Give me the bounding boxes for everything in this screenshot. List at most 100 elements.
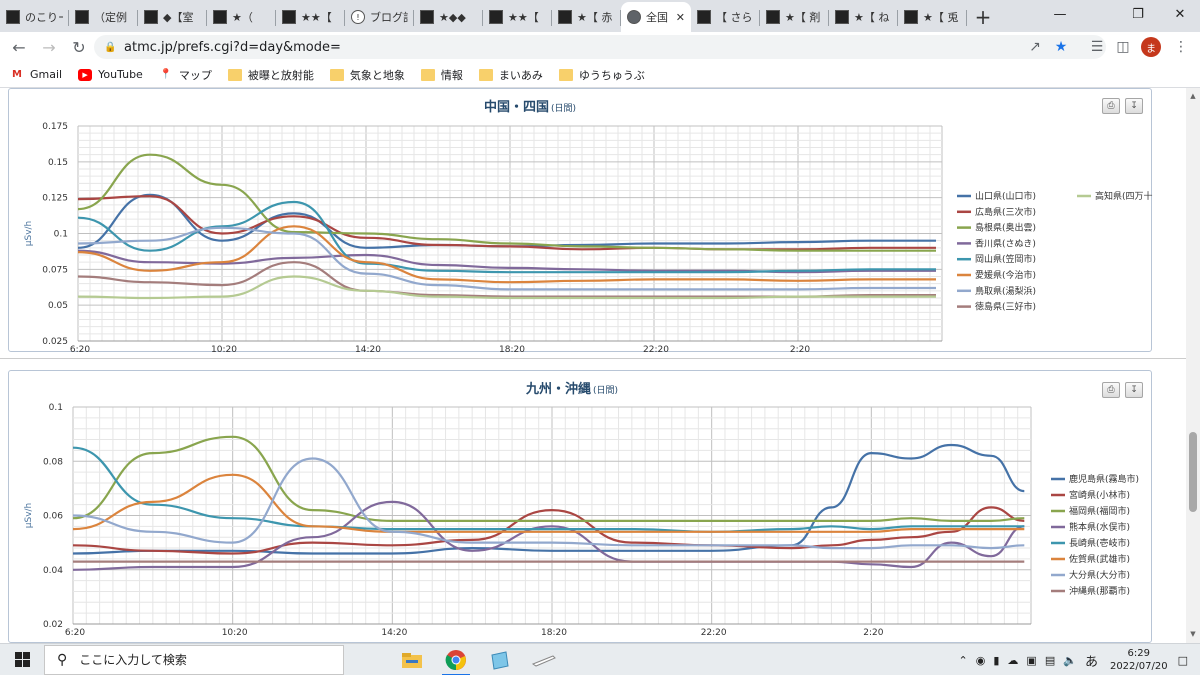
system-tray: ⌃ ◉ ▮ ☁ ▣ ▤ 🔈 あ 6:29 2022/07/20 □	[955, 644, 1192, 675]
profile-avatar[interactable]: ま	[1138, 32, 1164, 62]
notification-icon[interactable]: □	[1178, 654, 1188, 667]
close-tab-icon[interactable]: ✕	[676, 11, 685, 24]
bookmark-label: Gmail	[30, 68, 63, 81]
print-icon[interactable]: ⎙	[1102, 98, 1120, 114]
close-window-icon[interactable]: ✕	[1160, 0, 1200, 28]
legend-label: 愛媛県(今治市)	[975, 269, 1036, 281]
tab-label: 全国	[646, 11, 668, 24]
display-icon[interactable]: ▣	[1026, 654, 1036, 667]
scrollbar-thumb[interactable]	[1189, 432, 1197, 512]
bookmark-item[interactable]: ▶ YouTube	[78, 68, 143, 81]
browser-tab[interactable]: ★◆◆	[414, 2, 483, 32]
folder-icon	[329, 68, 344, 81]
browser-tab[interactable]: ★★【	[276, 2, 345, 32]
y-tick-label: 0.05	[48, 301, 68, 311]
side-panel-icon[interactable]: ◫	[1110, 32, 1136, 62]
tab-strip: のこりー （定例 ◆【室 ★（ ★★【! ブログ記 ★◆◆ ★★【 ★【 赤 全国 ✕ 【 さら ★【 …	[0, 0, 1200, 32]
network-icon[interactable]: ▤	[1045, 654, 1055, 667]
taskbar-search-box[interactable]: ⚲ ここに入力して検索	[44, 644, 344, 675]
vertical-scrollbar[interactable]: ▲ ▼	[1186, 88, 1200, 643]
folder-icon	[558, 68, 573, 81]
browser-tab[interactable]: ◆【室	[138, 2, 207, 32]
bookmark-item[interactable]: 被曝と放射能	[227, 67, 314, 83]
file-explorer-icon[interactable]	[390, 644, 434, 675]
browser-tab[interactable]: ★★【	[483, 2, 552, 32]
chart-title: 中国・四国 (日間)	[484, 99, 576, 115]
lock-icon: 🔒	[104, 42, 117, 53]
legend-label: 鹿児島県(霧島市)	[1069, 473, 1139, 485]
bookmark-item[interactable]: 📍 マップ	[159, 67, 212, 83]
folder-icon	[227, 68, 242, 81]
chart-legend: 鹿児島県(霧島市) 宮崎県(小林市) 福岡県(福岡市) 熊本県(水俣市) 長崎県(壱岐市…	[1051, 473, 1139, 597]
browser-tab[interactable]: ★【 ね	[829, 2, 898, 32]
taskbar-clock[interactable]: 6:29 2022/07/20	[1110, 647, 1168, 673]
section-divider	[0, 358, 1186, 359]
address-bar[interactable]: 🔒 atmc.jp/prefs.cgi?d=day&mode=	[94, 35, 1106, 59]
site-icon	[282, 10, 296, 24]
chart-title: 九州・沖縄 (日間)	[525, 381, 618, 397]
back-arrow-icon[interactable]: ←	[4, 33, 34, 61]
browser-tab[interactable]: ★（	[207, 2, 276, 32]
site-icon	[697, 10, 711, 24]
bookmark-item[interactable]: M Gmail	[10, 68, 62, 81]
show-hidden-icons-icon[interactable]: ⌃	[959, 654, 968, 667]
minimize-icon[interactable]: —	[1040, 0, 1080, 28]
plot-grid	[72, 406, 1032, 625]
share-icon[interactable]: ↗	[1022, 32, 1048, 62]
browser-tab[interactable]: ★【 兎	[898, 2, 967, 32]
x-tick-label: 6:20	[65, 628, 85, 638]
scroll-down-icon[interactable]: ▼	[1186, 628, 1200, 640]
legend-label: 大分県(大分市)	[1069, 569, 1130, 581]
browser-tab[interactable]: ! ブログ記	[345, 2, 414, 32]
bookmark-item[interactable]: ゆうちゅうぶ	[558, 67, 645, 83]
bookmark-item[interactable]: 気象と地象	[329, 67, 405, 83]
bookmark-item[interactable]: まいあみ	[478, 67, 543, 83]
forward-arrow-icon[interactable]: →	[34, 33, 64, 61]
x-tick-label: 22:20	[643, 345, 669, 353]
bookmark-label: 被曝と放射能	[247, 68, 314, 82]
x-tick-label: 2:20	[790, 345, 810, 353]
bookmark-label: 情報	[440, 68, 463, 82]
download-icon[interactable]: ↧	[1125, 382, 1143, 398]
browser-tab[interactable]: のこりー	[0, 2, 69, 32]
site-icon	[835, 10, 849, 24]
site-icon	[558, 10, 572, 24]
browser-tab[interactable]: 【 さら	[691, 2, 760, 32]
browser-tab[interactable]: ★【 剤	[760, 2, 829, 32]
chrome-icon[interactable]	[434, 644, 478, 675]
y-axis-label: μSv/h	[24, 221, 34, 247]
browser-window: のこりー （定例 ◆【室 ★（ ★★【! ブログ記 ★◆◆ ★★【 ★【 赤 全国 ✕ 【 さら ★【 …	[0, 0, 1200, 675]
legend-label: 佐賀県(武雄市)	[1069, 553, 1130, 565]
legend-label: 岡山県(笠岡市)	[975, 253, 1036, 265]
battery-icon[interactable]: ▮	[993, 654, 999, 667]
notepad-app-icon[interactable]	[478, 644, 522, 675]
url-text: atmc.jp/prefs.cgi?d=day&mode=	[124, 39, 341, 55]
tab-label: ブログ記	[370, 11, 408, 24]
y-axis-label: μSv/h	[24, 503, 34, 529]
maximize-icon[interactable]: ❐	[1118, 0, 1158, 28]
browser-tab[interactable]: ★【 赤	[552, 2, 621, 32]
new-tab-button[interactable]: +	[967, 2, 999, 32]
ime-mode-indicator[interactable]: あ	[1085, 651, 1098, 670]
print-icon[interactable]: ⎙	[1102, 382, 1120, 398]
onedrive-icon[interactable]: ☁	[1007, 654, 1018, 667]
tab-label: ★◆◆	[439, 10, 466, 24]
pen-app-icon[interactable]	[522, 644, 566, 675]
bookmark-item[interactable]: 情報	[420, 67, 463, 83]
start-button[interactable]	[0, 644, 44, 675]
chart-legend: 山口県(山口市) 広島県(三次市) 島根県(奥出雲) 香川県(さぬき) 岡山県(笠岡市)…	[957, 190, 1153, 313]
volume-icon[interactable]: 🔈	[1063, 654, 1077, 667]
page-content: 中国・四国 (日間) 0.175 0.15 0.125 0.1 0.075 0.05 0.025…	[0, 88, 1186, 643]
browser-tab[interactable]: 全国 ✕	[621, 2, 691, 32]
meet-now-icon[interactable]: ◉	[976, 654, 986, 667]
legend-label: 長崎県(壱岐市)	[1069, 537, 1130, 549]
bookmark-label: まいあみ	[498, 68, 543, 82]
reload-icon[interactable]: ↻	[64, 33, 94, 61]
menu-kebab-icon[interactable]: ⋮	[1168, 32, 1194, 62]
chart-panel-kyushu-okinawa: 九州・沖縄 (日間) 0.1 0.08 0.06 0.04 0.02 6:20 10:20 14:…	[8, 370, 1152, 643]
reading-list-icon[interactable]: ☰	[1084, 32, 1110, 62]
bookmark-star-icon[interactable]: ★	[1048, 32, 1074, 62]
browser-tab[interactable]: （定例	[69, 2, 138, 32]
scroll-up-icon[interactable]: ▲	[1186, 90, 1200, 102]
download-icon[interactable]: ↧	[1125, 98, 1143, 114]
